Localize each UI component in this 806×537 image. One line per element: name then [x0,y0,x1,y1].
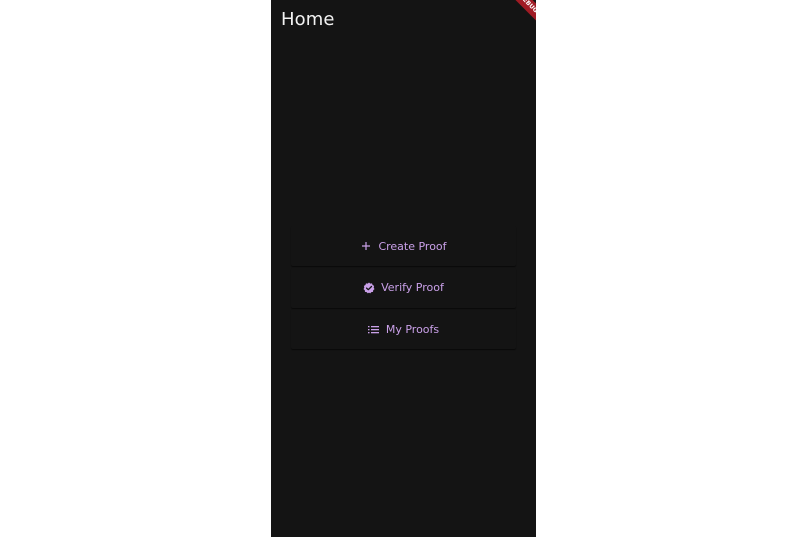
verify-proof-label: Verify Proof [381,281,444,294]
debug-banner: DEBUG [502,0,536,30]
my-proofs-label: My Proofs [385,322,440,336]
create-proof-label: Create Proof [378,239,447,253]
list-icon [368,323,380,335]
app-screen: Home DEBUG Create Proof Verify Proof My … [271,0,536,537]
app-bar: Home DEBUG [271,0,536,40]
create-proof-button[interactable]: Create Proof [291,226,516,266]
verified-check-icon [363,282,375,294]
my-proofs-button[interactable]: My Proofs [291,309,516,349]
home-menu: Create Proof Verify Proof My Proofs [291,226,516,351]
plus-icon [360,240,372,252]
verify-proof-button[interactable]: Verify Proof [291,268,516,308]
page-title: Home [281,9,335,30]
